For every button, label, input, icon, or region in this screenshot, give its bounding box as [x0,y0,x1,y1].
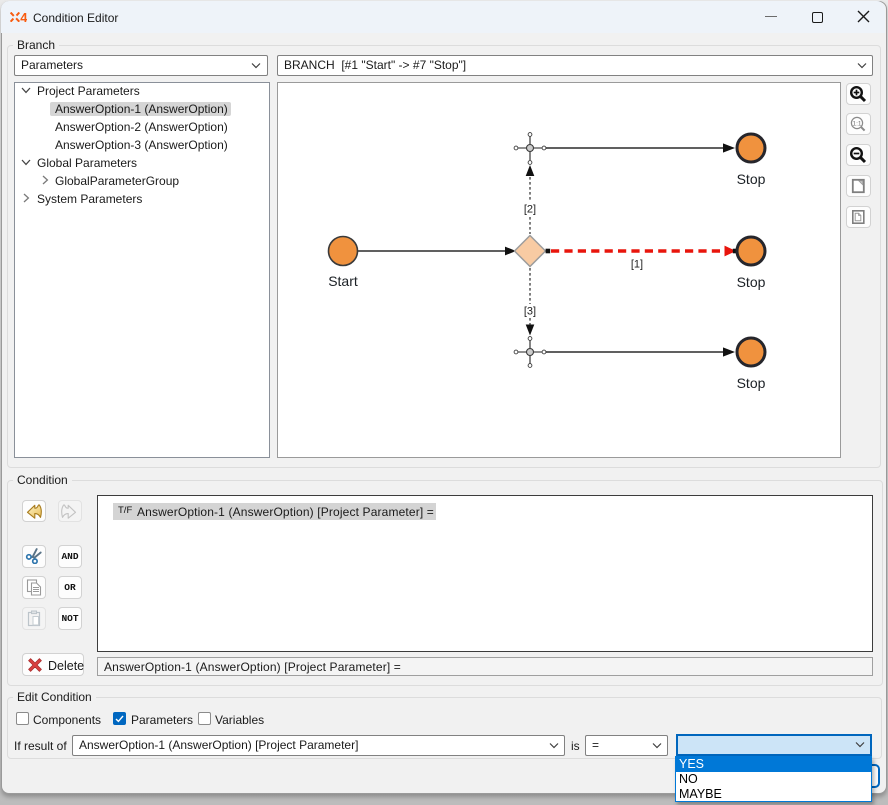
svg-text:Stop: Stop [737,375,766,391]
svg-text:1:1: 1:1 [852,121,861,128]
svg-text:[3]: [3] [524,306,536,318]
svg-text:4: 4 [20,12,27,22]
svg-text:Stop: Stop [737,274,766,290]
svg-text:Start: Start [328,273,358,289]
svg-text:[1]: [1] [631,259,643,271]
svg-text:Stop: Stop [737,171,766,187]
svg-text:[2]: [2] [524,204,536,216]
